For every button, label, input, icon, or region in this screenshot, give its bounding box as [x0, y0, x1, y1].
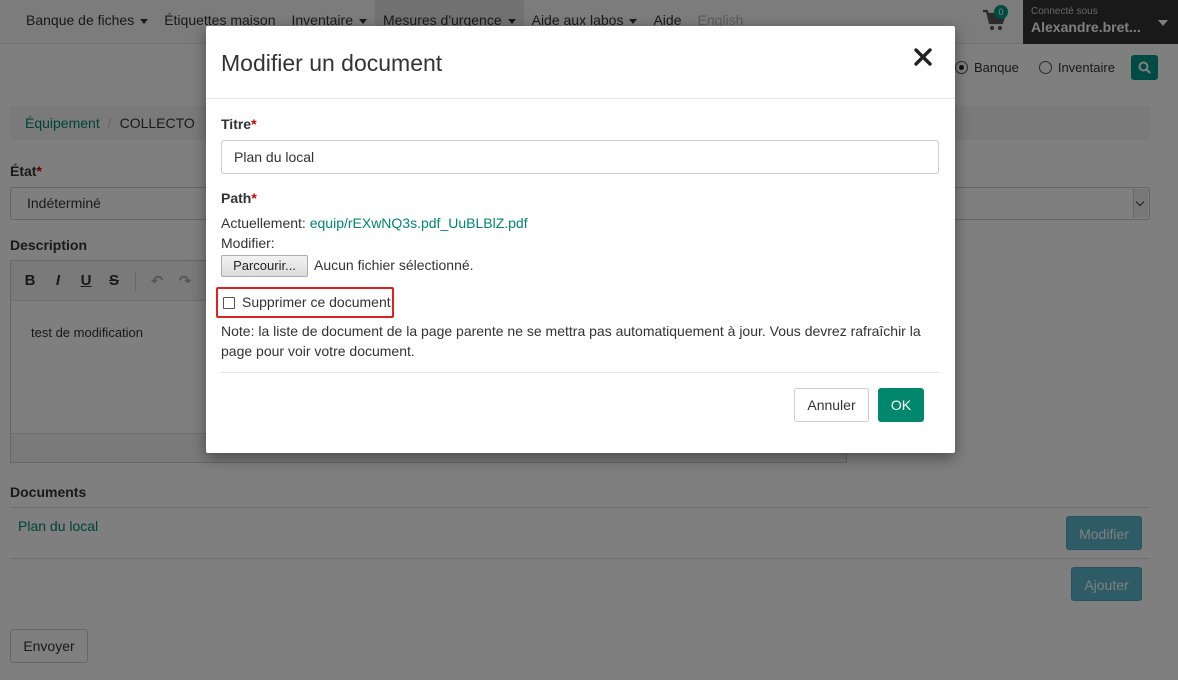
footer-divider [221, 372, 939, 373]
delete-document-checkbox[interactable] [223, 297, 235, 309]
title-label-text: Titre [221, 116, 252, 132]
current-file-link[interactable]: equip/rEXwNQ3s.pdf_UuBLBlZ.pdf [310, 215, 528, 231]
current-label: Actuellement: [221, 215, 306, 231]
modal-title: Modifier un document [221, 50, 443, 76]
edit-document-modal: Modifier un document Titre* Plan du loca… [206, 26, 955, 453]
cancel-button[interactable]: Annuler [794, 388, 869, 422]
delete-document-option: Supprimer ce document [216, 287, 394, 318]
path-label-text: Path [221, 190, 252, 206]
current-file-row: Actuellement: equip/rEXwNQ3s.pdf_UuBLBlZ… [221, 215, 528, 231]
path-label: Path* [221, 190, 257, 206]
close-button[interactable] [912, 46, 934, 68]
modal-header: Modifier un document [206, 26, 955, 99]
modify-label: Modifier: [221, 235, 275, 251]
delete-document-label[interactable]: Supprimer ce document [242, 294, 391, 310]
required-marker: * [251, 190, 257, 206]
title-label: Titre* [221, 116, 257, 132]
close-icon [914, 48, 932, 66]
ok-button[interactable]: OK [878, 388, 924, 422]
title-input[interactable]: Plan du local [221, 140, 939, 174]
browse-button[interactable]: Parcourir... [221, 255, 308, 277]
required-marker: * [251, 116, 257, 132]
no-file-selected-text: Aucun fichier sélectionné. [314, 257, 474, 273]
refresh-note: Note: la liste de document de la page pa… [221, 323, 921, 359]
